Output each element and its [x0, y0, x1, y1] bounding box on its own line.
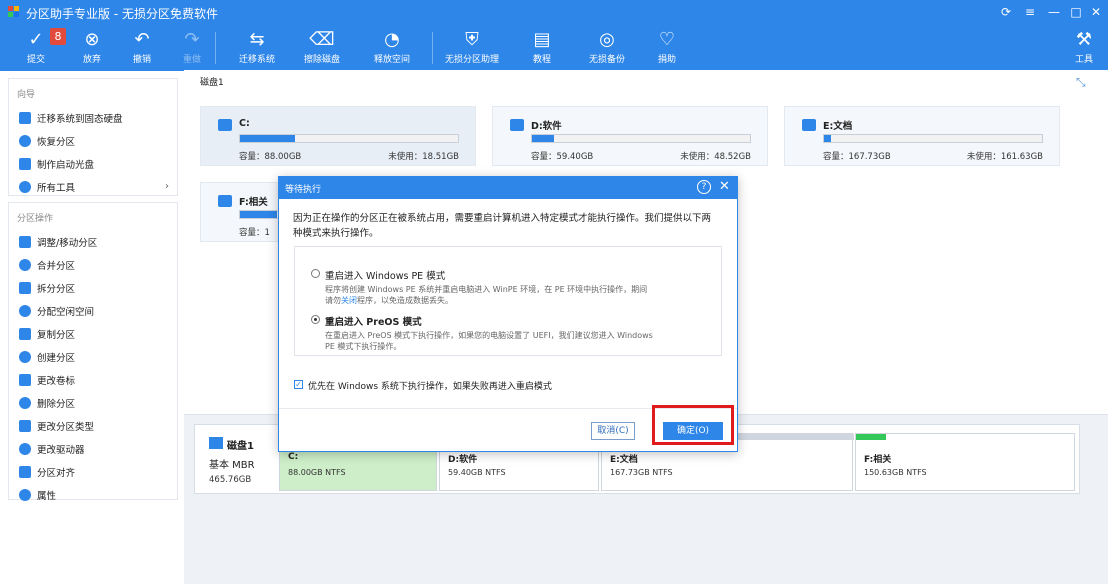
radio-preos[interactable]: [311, 315, 320, 324]
dialog-title: 等待执行: [285, 185, 322, 195]
option-winpe-desc: 程序将创建 Windows PE 系统并重启电脑进入 WinPE 环境，在 PE…: [325, 285, 648, 305]
help-icon[interactable]: ?: [697, 180, 711, 194]
mode-options: 重启进入 Windows PE 模式 程序将创建 Windows PE 系统并重…: [294, 246, 722, 356]
dialog-header: 等待执行 ? ✕: [279, 177, 737, 199]
checkbox-check-icon[interactable]: ✓: [294, 380, 303, 389]
cancel-button[interactable]: 取消(C): [591, 422, 635, 440]
close-link[interactable]: 关闭: [341, 296, 357, 305]
option-preos-title: 重启进入 PreOS 模式: [325, 317, 422, 328]
checkbox-label: 优先在 Windows 系统下执行操作，如果失败再进入重启模式: [308, 382, 552, 392]
dialog-close-icon[interactable]: ✕: [719, 179, 730, 194]
option-winpe-title: 重启进入 Windows PE 模式: [325, 271, 446, 282]
dialog-message: 因为正在操作的分区正在被系统占用，需要重启计算机进入特定模式才能执行操作。我们提…: [293, 213, 712, 239]
option-preos-desc: 在重启进入 PreOS 模式下执行操作，如果您的电脑设置了 UEFI，我们建议您…: [325, 331, 653, 351]
radio-winpe[interactable]: [311, 269, 320, 278]
highlight-frame: [652, 405, 734, 445]
